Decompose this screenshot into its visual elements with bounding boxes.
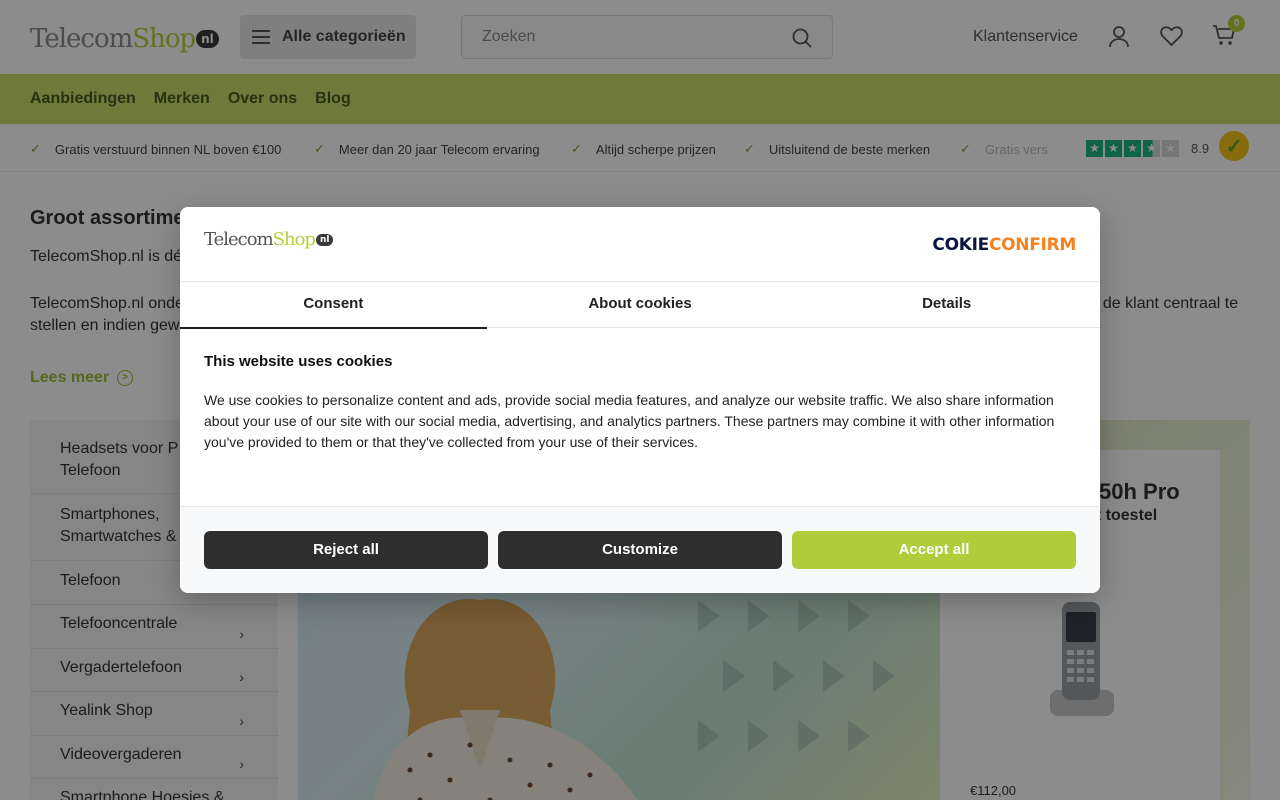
dialog-tabs: Consent About cookies Details <box>180 282 1100 329</box>
tab-details[interactable]: Details <box>793 282 1100 328</box>
brand-text: C <box>932 235 945 255</box>
brand-text: OKIE <box>944 235 990 255</box>
dialog-body: This website uses cookies We use cookies… <box>204 353 1076 453</box>
cookie-consent-dialog: Telecom Shop nl COKIECONFIRM Consent About… <box>180 207 1100 593</box>
brand-text: CONFIRM <box>988 235 1076 255</box>
customize-button[interactable]: Customize <box>498 531 782 569</box>
cookieconfirm-logo: COKIECONFIRM <box>932 235 1076 255</box>
tab-consent[interactable]: Consent <box>180 282 487 329</box>
logo-text-telecom: Telecom <box>204 229 274 250</box>
tab-about-cookies[interactable]: About cookies <box>487 282 794 328</box>
dialog-logo: Telecom Shop nl <box>204 229 334 250</box>
logo-badge-nl: nl <box>315 234 334 246</box>
accept-all-button[interactable]: Accept all <box>792 531 1076 569</box>
dialog-footer: Reject all Customize Accept all <box>180 506 1100 593</box>
dialog-header: Telecom Shop nl COKIECONFIRM <box>180 207 1100 282</box>
dialog-text: We use cookies to personalize content an… <box>204 392 1055 450</box>
dialog-heading: This website uses cookies <box>204 353 393 370</box>
logo-text-shop: Shop <box>272 229 316 250</box>
reject-all-button[interactable]: Reject all <box>204 531 488 569</box>
